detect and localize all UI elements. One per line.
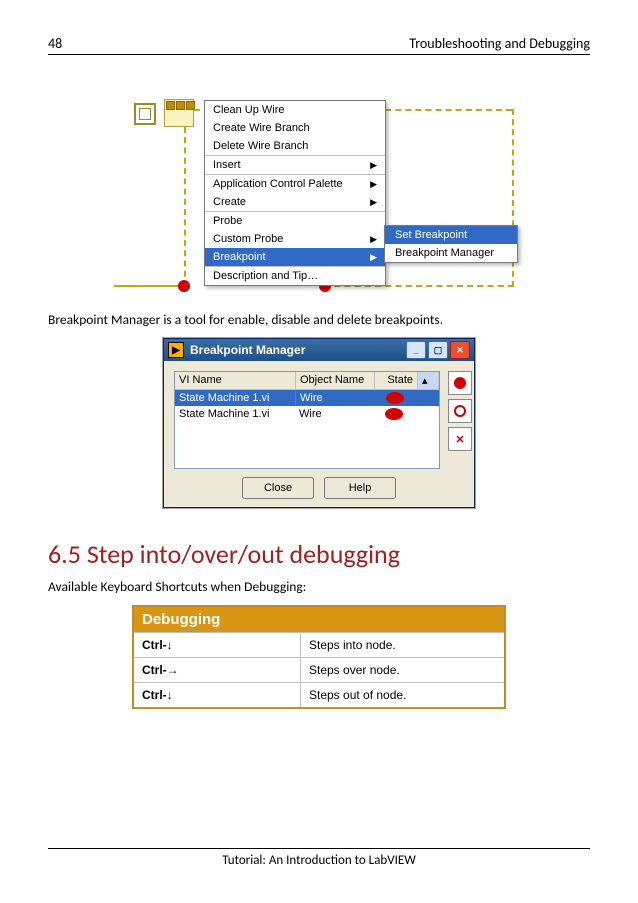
window-titlebar: ▶ Breakpoint Manager _ ▢ ✕: [164, 339, 474, 361]
page-number: 48: [48, 35, 62, 52]
minimize-button[interactable]: _: [406, 341, 426, 359]
chevron-right-icon: ▶: [370, 234, 377, 245]
disable-breakpoint-button[interactable]: [448, 399, 472, 423]
chevron-right-icon: ▶: [370, 197, 377, 208]
shortcuts-table: Debugging Ctrl-↓ Steps into node. Ctrl-→…: [132, 605, 506, 709]
enabled-icon: [454, 377, 466, 389]
menu-description-tip[interactable]: Description and Tip…: [205, 267, 385, 285]
enable-breakpoint-button[interactable]: [448, 371, 472, 395]
breakpoint-dot: [178, 280, 190, 292]
submenu-set-breakpoint[interactable]: Set Breakpoint: [385, 226, 517, 244]
block-diagram-figure: Clean Up Wire Create Wire Branch Delete …: [114, 85, 524, 295]
menu-create-wire-branch[interactable]: Create Wire Branch: [205, 119, 385, 137]
vi-icon: [134, 103, 156, 125]
diagram-node: [164, 99, 194, 127]
shortcut-key: Ctrl-↓: [134, 633, 301, 657]
shortcut-row: Ctrl-↓ Steps out of node.: [134, 682, 504, 707]
chevron-right-icon: ▶: [370, 252, 377, 263]
footer-text: Tutorial: An Introduction to LabVIEW: [222, 853, 416, 868]
shortcut-row: Ctrl-↓ Steps into node.: [134, 632, 504, 657]
page-footer: Tutorial: An Introduction to LabVIEW: [48, 848, 590, 868]
menu-probe[interactable]: Probe: [205, 212, 385, 230]
body-paragraph: Available Keyboard Shortcuts when Debugg…: [48, 578, 590, 595]
table-row[interactable]: State Machine 1.vi Wire: [175, 406, 439, 422]
disabled-icon: [454, 405, 466, 417]
shortcut-desc: Steps out of node.: [301, 683, 504, 707]
delete-breakpoint-button[interactable]: ✕: [448, 427, 472, 451]
breakpoint-state-icon: [386, 392, 404, 404]
menu-clean-up-wire[interactable]: Clean Up Wire: [205, 101, 385, 119]
submenu-breakpoint-manager[interactable]: Breakpoint Manager: [385, 244, 517, 262]
body-paragraph: Breakpoint Manager is a tool for enable,…: [48, 311, 590, 328]
window-title: Breakpoint Manager: [190, 343, 305, 357]
context-menu: Clean Up Wire Create Wire Branch Delete …: [204, 100, 386, 286]
menu-app-control-palette[interactable]: Application Control Palette▶: [205, 175, 385, 193]
menu-custom-probe[interactable]: Custom Probe▶: [205, 230, 385, 248]
table-row[interactable]: State Machine 1.vi Wire: [175, 390, 439, 406]
shortcut-desc: Steps over node.: [301, 658, 504, 682]
wire: [114, 285, 184, 287]
close-button[interactable]: ✕: [450, 341, 470, 359]
help-button[interactable]: Help: [324, 477, 396, 499]
shortcuts-header: Debugging: [134, 607, 504, 632]
menu-breakpoint[interactable]: Breakpoint▶: [205, 248, 385, 266]
shortcut-row: Ctrl-→ Steps over node.: [134, 657, 504, 682]
scroll-up-icon[interactable]: ▴: [418, 372, 439, 389]
menu-delete-wire-branch[interactable]: Delete Wire Branch: [205, 137, 385, 155]
chevron-right-icon: ▶: [370, 160, 377, 171]
chapter-title: Troubleshooting and Debugging: [409, 35, 590, 52]
menu-create[interactable]: Create▶: [205, 193, 385, 211]
side-toolbar: ✕: [448, 371, 472, 469]
delete-icon: ✕: [455, 433, 464, 446]
maximize-button[interactable]: ▢: [428, 341, 448, 359]
breakpoint-submenu: Set Breakpoint Breakpoint Manager: [384, 225, 518, 263]
page-header: 48 Troubleshooting and Debugging: [48, 35, 590, 55]
breakpoint-state-icon: [385, 408, 403, 420]
chevron-right-icon: ▶: [370, 179, 377, 190]
app-icon: ▶: [168, 342, 184, 358]
shortcut-desc: Steps into node.: [301, 633, 504, 657]
shortcut-key: Ctrl-↓: [134, 683, 301, 707]
col-vi-name: VI Name: [175, 372, 296, 389]
col-object-name: Object Name: [296, 372, 375, 389]
shortcut-key: Ctrl-→: [134, 658, 301, 682]
table-header: VI Name Object Name State ▴: [175, 372, 439, 390]
section-heading: 6.5 Step into/over/out debugging: [48, 538, 590, 570]
wire: [184, 127, 186, 287]
breakpoint-table: VI Name Object Name State ▴ State Machin…: [174, 371, 440, 469]
breakpoint-manager-window: ▶ Breakpoint Manager _ ▢ ✕ VI Name Objec…: [163, 338, 475, 508]
close-dialog-button[interactable]: Close: [242, 477, 314, 499]
col-state: State: [375, 372, 418, 389]
menu-insert[interactable]: Insert▶: [205, 156, 385, 174]
